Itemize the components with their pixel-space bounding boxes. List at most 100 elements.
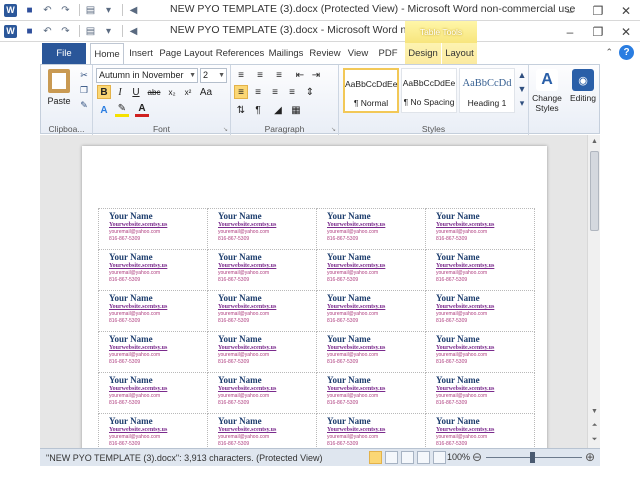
full-screen-reading-view-button[interactable] [385, 451, 398, 464]
document-page[interactable]: Your Name Yourwebsite.scentsy.us youremail… [82, 146, 547, 456]
restore-button[interactable]: ❐ [584, 0, 612, 21]
close-button[interactable]: ✕ [612, 21, 640, 42]
bold-button[interactable]: B [97, 85, 111, 99]
print-preview-icon[interactable]: ▤ [83, 24, 98, 39]
justify-button[interactable]: ≡ [285, 85, 299, 99]
show-marks-icon[interactable]: ¶ [251, 103, 265, 117]
label-cell[interactable]: Your Name Yourwebsite.scentsy.us youremail… [316, 372, 426, 414]
label-cell[interactable]: Your Name Yourwebsite.scentsy.us youremail… [425, 331, 535, 373]
label-cell[interactable]: Your Name Yourwebsite.scentsy.us youremail… [98, 290, 208, 332]
scroll-down-icon[interactable]: ▼ [588, 405, 601, 418]
tab-mailings[interactable]: Mailings [266, 43, 306, 64]
font-size-select[interactable]: 2 ▼ [200, 68, 227, 83]
label-cell[interactable]: Your Name Yourwebsite.scentsy.us youremail… [207, 208, 317, 250]
tab-file[interactable]: File [42, 43, 86, 64]
save-icon[interactable]: ■ [22, 24, 37, 39]
style-no-spacing[interactable]: AaBbCcDdEe ¶ No Spacing [401, 68, 457, 113]
minimize-button[interactable]: – [556, 0, 584, 21]
label-cell[interactable]: Your Name Yourwebsite.scentsy.us youremail… [425, 290, 535, 332]
numbering-icon[interactable]: ≡ [253, 68, 267, 82]
change-case-icon[interactable]: Aa [199, 85, 213, 99]
font-dialog-launcher-icon[interactable]: ↘ [223, 126, 228, 133]
strikethrough-button[interactable]: abc [147, 85, 161, 99]
label-cell[interactable]: Your Name Yourwebsite.scentsy.us youremail… [207, 331, 317, 373]
redo-icon[interactable]: ↷ [58, 24, 73, 39]
label-cell[interactable]: Your Name Yourwebsite.scentsy.us youremail… [316, 249, 426, 291]
paste-button[interactable]: Paste [44, 67, 74, 115]
undo-icon[interactable]: ↶ [40, 24, 55, 39]
highlight-color-icon[interactable]: ✎ [115, 103, 129, 117]
shading-icon[interactable]: ◢ [271, 103, 285, 117]
change-styles-button[interactable]: A Change Styles [529, 67, 565, 113]
label-cell[interactable]: Your Name Yourwebsite.scentsy.us youremail… [207, 290, 317, 332]
borders-icon[interactable]: ▦ [289, 103, 303, 117]
align-left-button[interactable]: ≡ [234, 85, 248, 99]
zoom-in-icon[interactable]: ⊕ [585, 450, 595, 464]
tab-home[interactable]: Home [90, 43, 124, 65]
undo-icon[interactable]: ↶ [40, 3, 55, 18]
style-heading-1[interactable]: AaBbCcDd Heading 1 [459, 68, 515, 113]
restore-button[interactable]: ❐ [584, 21, 612, 42]
label-cell[interactable]: Your Name Yourwebsite.scentsy.us youremail… [425, 249, 535, 291]
styles-scroll-down-icon[interactable]: ▼ [515, 83, 529, 95]
label-cell[interactable]: Your Name Yourwebsite.scentsy.us youremail… [316, 331, 426, 373]
label-cell[interactable]: Your Name Yourwebsite.scentsy.us youremail… [98, 249, 208, 291]
bullets-icon[interactable]: ≡ [234, 68, 248, 82]
format-painter-icon[interactable]: ✎ [77, 99, 91, 111]
tab-layout[interactable]: Layout [442, 43, 477, 64]
print-layout-view-button[interactable] [369, 451, 382, 464]
font-name-select[interactable]: Autumn in November ▼ [96, 68, 198, 83]
superscript-button[interactable]: x² [181, 85, 195, 99]
save-icon[interactable]: ■ [22, 3, 37, 18]
sort-icon[interactable]: ⇅ [234, 103, 248, 117]
underline-button[interactable]: U [129, 85, 143, 99]
web-layout-view-button[interactable] [401, 451, 414, 464]
back-arrow-icon[interactable]: ◀ [126, 24, 141, 39]
decrease-indent-icon[interactable]: ⇤ [293, 68, 307, 82]
customize-qat-icon[interactable]: ▾ [101, 3, 116, 18]
tab-insert[interactable]: Insert [126, 43, 156, 64]
customize-qat-icon[interactable]: ▾ [101, 24, 116, 39]
cut-icon[interactable]: ✂ [77, 69, 91, 81]
font-color-icon[interactable]: A [135, 103, 149, 117]
print-preview-icon[interactable]: ▤ [83, 3, 98, 18]
align-center-button[interactable]: ≡ [251, 85, 265, 99]
zoom-level[interactable]: 100% [447, 452, 470, 462]
styles-scroll-up-icon[interactable]: ▲ [515, 69, 529, 81]
next-page-icon[interactable]: ⏷ [588, 433, 601, 446]
multilevel-list-icon[interactable]: ≡ [272, 68, 286, 82]
close-button[interactable]: ✕ [612, 0, 640, 21]
tab-pdf[interactable]: PDF [375, 43, 401, 64]
outline-view-button[interactable] [417, 451, 430, 464]
help-icon[interactable]: ? [619, 45, 634, 60]
zoom-slider-thumb[interactable] [530, 452, 535, 463]
vertical-scrollbar[interactable]: ▲ ▼ ⏶ ⏷ [587, 135, 600, 448]
styles-more-icon[interactable]: ▾ [515, 97, 529, 109]
tab-page-layout[interactable]: Page Layout [158, 43, 214, 64]
tab-design[interactable]: Design [405, 43, 441, 64]
label-cell[interactable]: Your Name Yourwebsite.scentsy.us youremail… [425, 372, 535, 414]
tab-review[interactable]: Review [309, 43, 341, 64]
italic-button[interactable]: I [113, 85, 127, 99]
style-normal[interactable]: AaBbCcDdEe ¶ Normal [343, 68, 399, 113]
tab-view[interactable]: View [345, 43, 371, 64]
zoom-out-icon[interactable]: ⊖ [472, 450, 482, 464]
scroll-up-icon[interactable]: ▲ [588, 135, 601, 148]
redo-icon[interactable]: ↷ [58, 3, 73, 18]
label-cell[interactable]: Your Name Yourwebsite.scentsy.us youremail… [98, 372, 208, 414]
label-cell[interactable]: Your Name Yourwebsite.scentsy.us youremail… [207, 249, 317, 291]
copy-icon[interactable]: ❐ [77, 84, 91, 96]
tab-references[interactable]: References [216, 43, 265, 64]
label-cell[interactable]: Your Name Yourwebsite.scentsy.us youremail… [316, 290, 426, 332]
label-cell[interactable]: Your Name Yourwebsite.scentsy.us youremail… [207, 372, 317, 414]
text-effects-icon[interactable]: A [97, 103, 111, 117]
back-arrow-icon[interactable]: ◀ [126, 3, 141, 18]
increase-indent-icon[interactable]: ⇥ [309, 68, 323, 82]
label-cell[interactable]: Your Name Yourwebsite.scentsy.us youremail… [98, 331, 208, 373]
minimize-ribbon-icon[interactable]: ⌃ [605, 47, 613, 58]
paragraph-dialog-launcher-icon[interactable]: ↘ [331, 126, 336, 133]
editing-button[interactable]: ◉ Editing [565, 67, 601, 103]
subscript-button[interactable]: x₂ [165, 85, 179, 99]
label-cell[interactable]: Your Name Yourwebsite.scentsy.us youremail… [98, 208, 208, 250]
label-cell[interactable]: Your Name Yourwebsite.scentsy.us youremail… [425, 208, 535, 250]
